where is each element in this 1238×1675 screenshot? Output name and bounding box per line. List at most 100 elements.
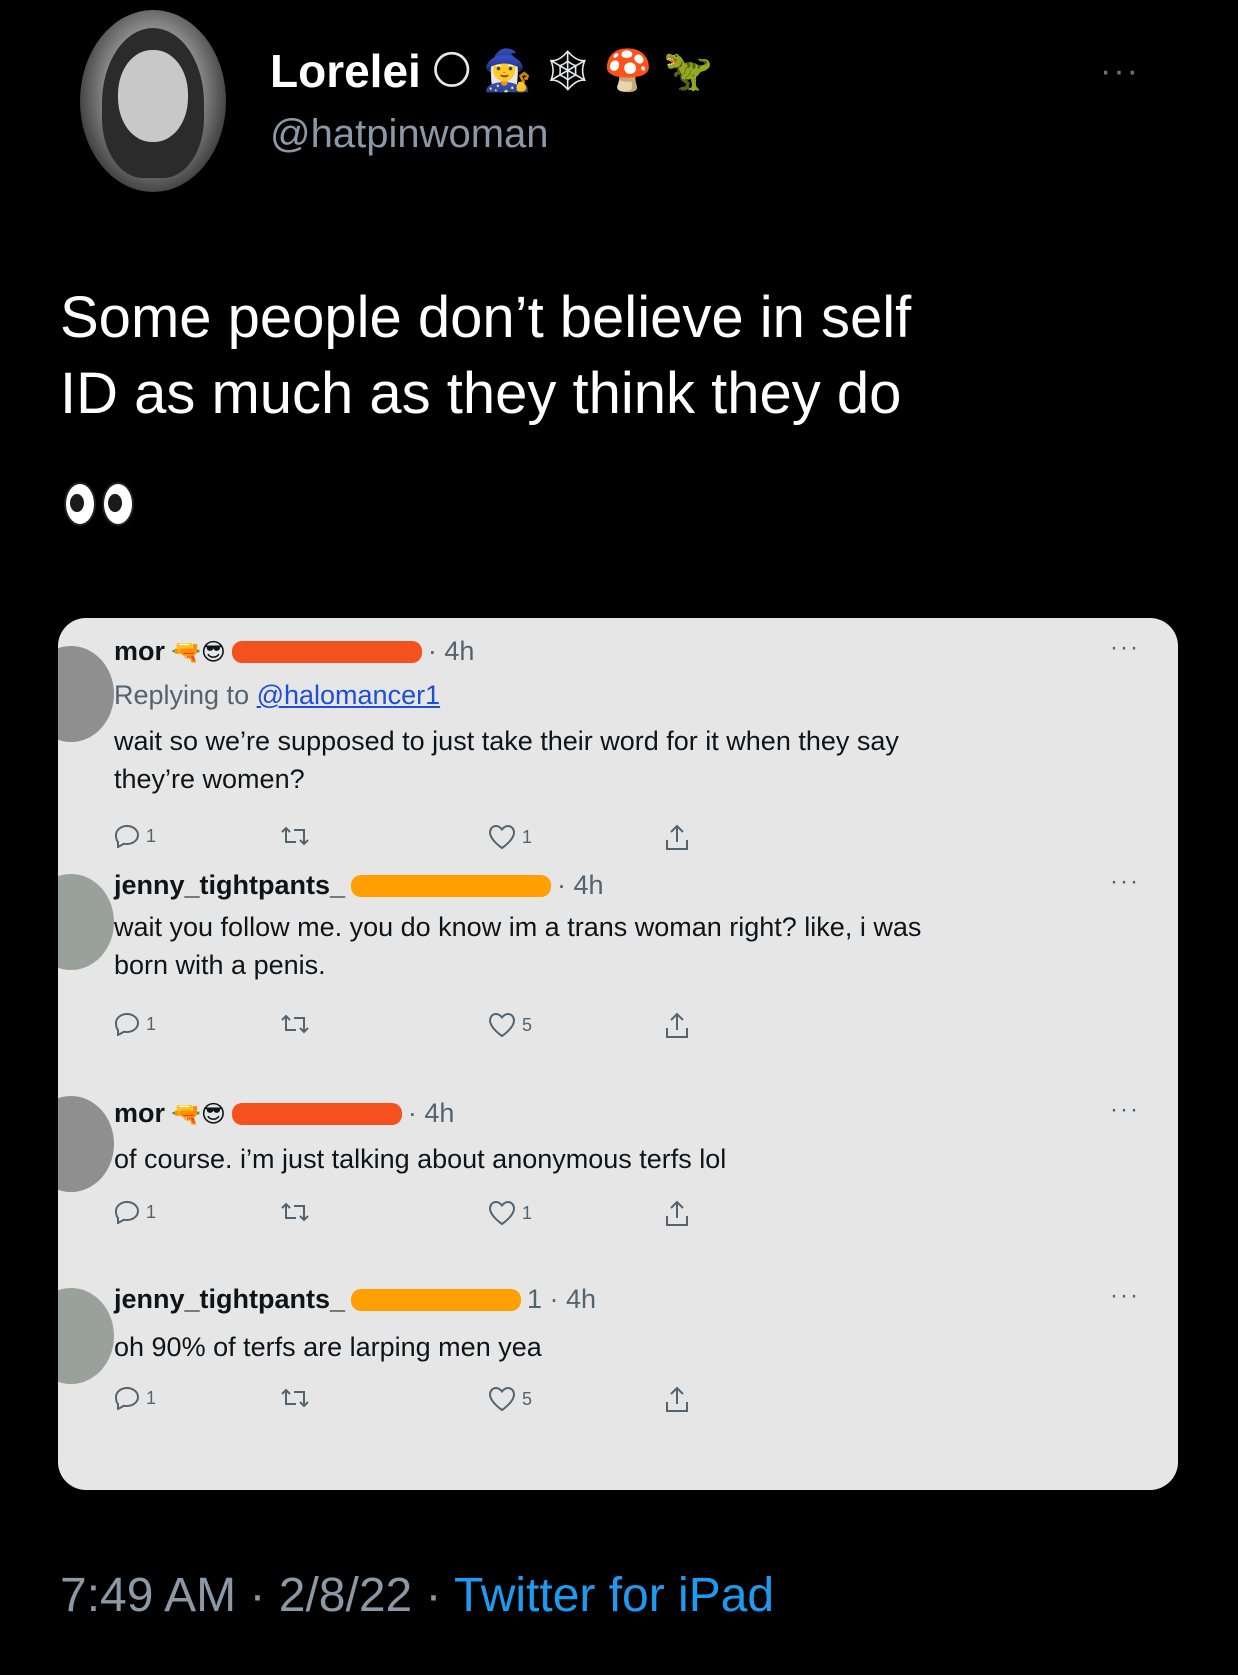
mushroom-emoji: 🍄	[603, 48, 653, 94]
author-name-row: Lorelei 🌕 🧙‍♀️ 🕸 🍄 🦖	[270, 44, 713, 98]
tweet-metadata: 7:49 AM · 2/8/22 · Twitter for iPad	[60, 1568, 774, 1623]
reply-header: jenny_tightpants_ 1 · 4h	[114, 1284, 596, 1315]
dinosaur-emoji: 🦖	[662, 48, 713, 94]
tweet-text-line: ID as much as they think they do	[60, 361, 902, 426]
reply-more-icon[interactable]: ···	[1110, 868, 1140, 896]
share-button[interactable]	[664, 1012, 690, 1040]
tweet-source-link[interactable]: Twitter for iPad	[454, 1569, 774, 1622]
author-avatar[interactable]	[80, 10, 226, 192]
reply-author-name[interactable]: jenny_tightpants_	[114, 870, 345, 901]
retweet-icon	[281, 1014, 309, 1034]
reply-header: mor 🔫😎 · 4h	[114, 636, 474, 667]
reply-text: wait so we’re supposed to just take thei…	[114, 722, 1114, 798]
reply-actions: 1 5	[114, 1012, 734, 1042]
witch-emoji: 🧙‍♀️	[482, 48, 533, 94]
retweet-icon	[281, 1388, 309, 1408]
reply-button[interactable]: 1	[114, 1012, 156, 1036]
reply-avatar	[58, 1096, 114, 1192]
like-button[interactable]: 1	[488, 824, 532, 850]
share-button[interactable]	[664, 824, 690, 852]
like-icon	[488, 824, 516, 850]
reply-icon	[114, 824, 140, 848]
share-button[interactable]	[664, 1386, 690, 1414]
reply-text: oh 90% of terfs are larping men yea	[114, 1328, 1114, 1366]
replying-to-handle-link[interactable]: @halomancer1	[257, 680, 441, 710]
reply-button[interactable]: 1	[114, 1200, 156, 1224]
like-button[interactable]: 5	[488, 1386, 532, 1412]
like-count: 5	[522, 1014, 533, 1035]
reply-avatar	[58, 646, 114, 742]
reply-actions: 1 1	[114, 1200, 734, 1230]
reply-author-name[interactable]: jenny_tightpants_	[114, 1284, 345, 1315]
retweet-button[interactable]	[280, 1012, 310, 1036]
reply-avatar	[58, 1288, 114, 1384]
reply-header: jenny_tightpants_ · 4h	[114, 870, 604, 901]
reply-icon	[114, 1386, 140, 1410]
like-count: 1	[522, 826, 533, 847]
like-icon	[488, 1386, 516, 1412]
tweet-text-line: Some people don’t believe in self	[60, 285, 912, 350]
reply-button[interactable]: 1	[114, 824, 156, 848]
reply-actions: 1 1	[114, 824, 734, 854]
reply-actions: 1 5	[114, 1386, 734, 1416]
share-icon	[666, 1386, 688, 1412]
reply-icon	[114, 1200, 140, 1224]
like-icon	[488, 1012, 516, 1038]
reply-author-emojis: 🔫😎	[171, 637, 226, 666]
share-icon	[666, 1012, 688, 1038]
reply-text: of course. i’m just talking about anonym…	[114, 1140, 1114, 1178]
reply-text-line: oh 90% of terfs are larping men yea	[114, 1332, 542, 1362]
reply-author-emojis: 🔫😎	[171, 1099, 226, 1128]
author-handle[interactable]: @hatpinwoman	[270, 112, 549, 157]
eye-left-icon	[64, 482, 96, 526]
separator: ·	[412, 1569, 455, 1622]
tweet-time[interactable]: 7:49 AM	[60, 1569, 236, 1622]
separator: ·	[236, 1569, 279, 1622]
reply-button[interactable]: 1	[114, 1386, 156, 1410]
like-count: 1	[522, 1202, 533, 1223]
share-icon	[666, 824, 688, 850]
reply-icon	[114, 1012, 140, 1036]
reply-author-name[interactable]: mor	[114, 636, 165, 667]
reply-count: 1	[146, 1201, 157, 1222]
reply-count: 1	[146, 1013, 157, 1034]
reply-time: · 4h	[557, 870, 604, 900]
reply-text: wait you follow me. you do know im a tra…	[114, 908, 1114, 984]
spiderweb-emoji: 🕸	[542, 48, 594, 94]
retweet-button[interactable]	[280, 1386, 310, 1410]
share-button[interactable]	[664, 1200, 690, 1228]
replying-to-label: Replying to	[114, 680, 257, 710]
reply-avatar	[58, 874, 114, 970]
reply-text-line: of course. i’m just talking about anonym…	[114, 1144, 727, 1174]
reply-text-line: wait you follow me. you do know im a tra…	[114, 912, 922, 942]
reply-count: 1	[146, 1387, 157, 1408]
like-icon	[488, 1200, 516, 1226]
reply-text-line: they’re women?	[114, 764, 305, 794]
tweet-date[interactable]: 2/8/22	[279, 1569, 412, 1622]
reply-more-icon[interactable]: ···	[1110, 1096, 1140, 1124]
replying-to: Replying to @halomancer1	[114, 680, 440, 711]
redaction-mark	[231, 640, 422, 663]
reply-time: 1 · 4h	[527, 1284, 597, 1314]
more-options-icon[interactable]: ···	[1100, 52, 1140, 91]
reply-more-icon[interactable]: ···	[1110, 634, 1140, 662]
reply-more-icon[interactable]: ···	[1110, 1282, 1140, 1310]
retweet-button[interactable]	[280, 1200, 310, 1224]
reply-author-name[interactable]: mor	[114, 1098, 165, 1129]
author-display-name[interactable]: Lorelei	[270, 44, 421, 98]
reply-time: · 4h	[427, 636, 475, 666]
retweet-button[interactable]	[280, 824, 310, 848]
reply-text-line: born with a penis.	[114, 950, 326, 980]
avatar-face	[118, 50, 188, 142]
retweet-icon	[281, 1202, 309, 1222]
redaction-mark	[351, 874, 552, 897]
like-button[interactable]: 5	[488, 1012, 532, 1038]
eye-right-icon	[102, 482, 134, 526]
redaction-mark	[351, 1288, 522, 1311]
like-button[interactable]: 1	[488, 1200, 532, 1226]
embedded-screenshot[interactable]: mor 🔫😎 · 4h ··· Replying to @halomancer1…	[58, 618, 1178, 1490]
retweet-icon	[281, 826, 309, 846]
reply-text-line: wait so we’re supposed to just take thei…	[114, 726, 899, 756]
share-icon	[666, 1200, 688, 1226]
reply-time: · 4h	[407, 1098, 455, 1128]
